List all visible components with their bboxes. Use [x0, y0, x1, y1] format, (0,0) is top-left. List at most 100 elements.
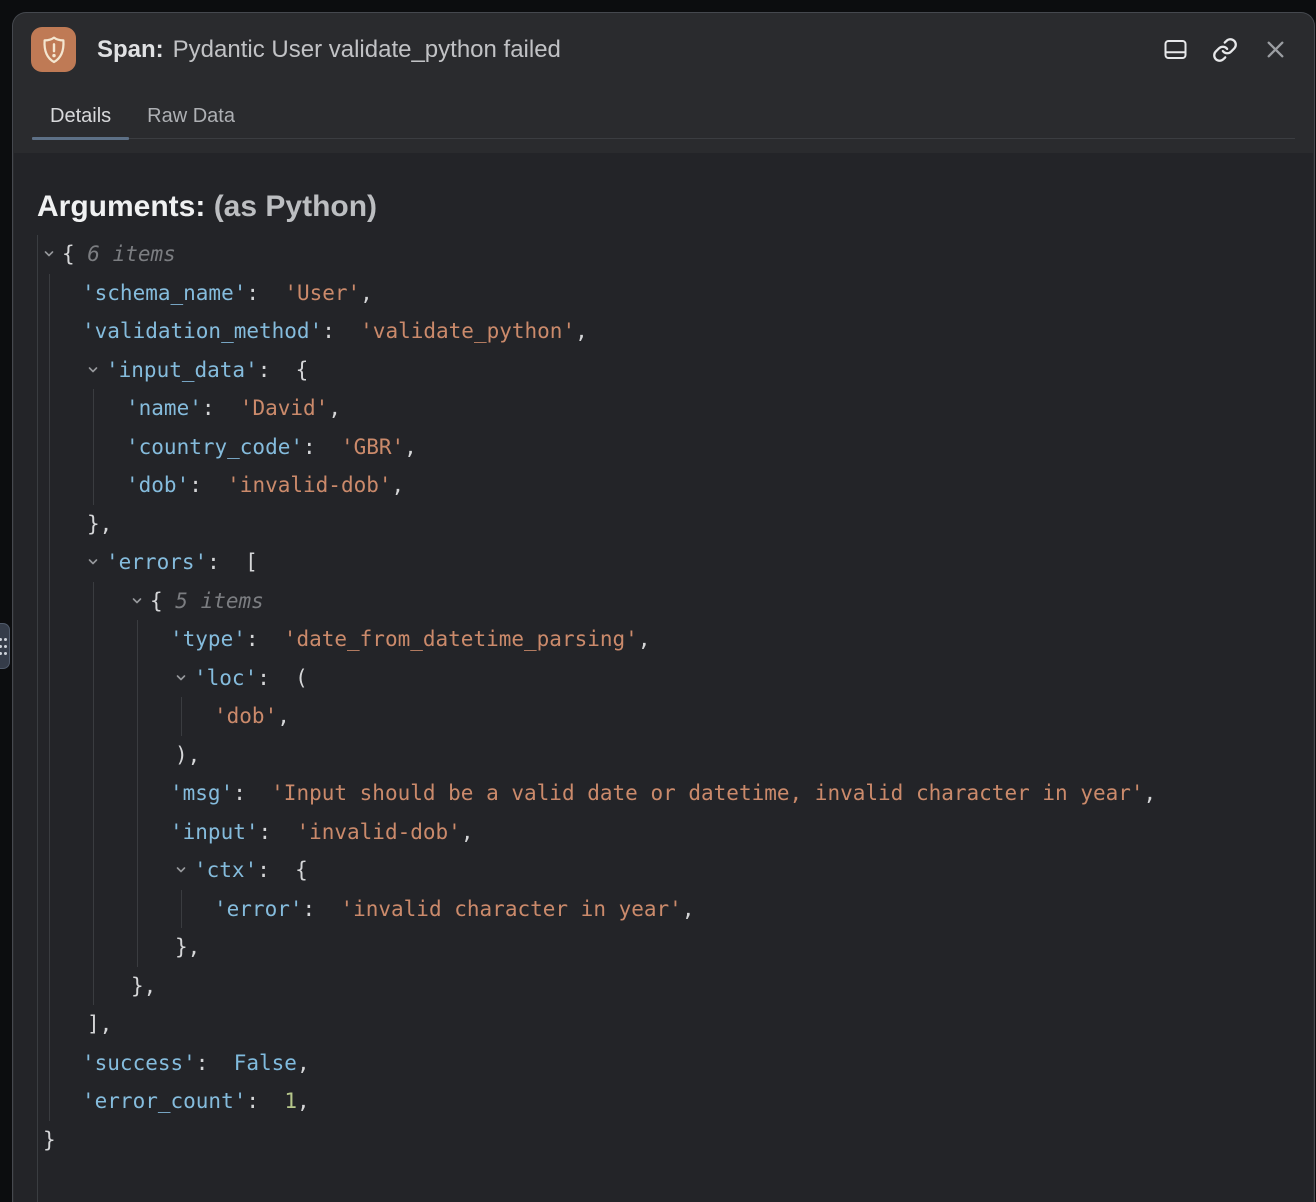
- indent-guide: [93, 890, 94, 929]
- code-string: 'invalid character in year': [340, 897, 681, 921]
- panel-title-text: Pydantic User validate_python failed: [173, 36, 561, 63]
- indent-guide: [49, 351, 50, 390]
- code-punctuation: {: [150, 589, 175, 613]
- code-text: 'error': 'invalid character in year',: [214, 897, 694, 921]
- indent-guide: [49, 736, 50, 775]
- arguments-heading-subtitle: (as Python): [214, 190, 377, 223]
- code-line: ],: [38, 1005, 1313, 1044]
- code-line: 'name': 'David',: [38, 389, 1313, 428]
- indent-guide: [49, 1044, 50, 1083]
- indent-guide: [137, 736, 138, 775]
- collapse-toggle[interactable]: [174, 671, 188, 685]
- code-punctuation: },: [87, 512, 112, 536]
- details-content: Arguments: (as Python) { 6 items'schema_…: [14, 153, 1313, 1202]
- indent-guide: [49, 1082, 50, 1121]
- code-punctuation: :: [196, 1051, 234, 1075]
- code-punctuation: },: [131, 974, 156, 998]
- code-line: 'errors': [: [38, 543, 1313, 582]
- collapse-toggle[interactable]: [130, 594, 144, 608]
- code-string: 'dob': [214, 704, 277, 728]
- collapse-toggle[interactable]: [86, 363, 100, 377]
- code-line: 'input_data': {: [38, 351, 1313, 390]
- code-punctuation: : {: [258, 358, 309, 382]
- code-text: 'country_code': 'GBR',: [126, 435, 417, 459]
- code-punctuation: ],: [87, 1012, 112, 1036]
- link-icon: [1212, 37, 1238, 63]
- header-actions: [1160, 35, 1290, 65]
- code-text: 'input': 'invalid-dob',: [170, 820, 473, 844]
- code-punctuation: :: [189, 473, 227, 497]
- code-punctuation: ,: [461, 820, 474, 844]
- code-line: 'ctx': {: [38, 851, 1313, 890]
- code-punctuation: ,: [360, 281, 373, 305]
- indent-guide: [181, 890, 182, 929]
- panel-header: Span:Pydantic User validate_python faile…: [13, 13, 1314, 85]
- code-line: },: [38, 928, 1313, 967]
- code-string: 'Input should be a valid date or datetim…: [271, 781, 1143, 805]
- code-text: 'input_data': {: [106, 358, 308, 382]
- code-line: 'error': 'invalid character in year',: [38, 890, 1313, 929]
- arguments-heading-title: Arguments:: [37, 190, 205, 223]
- tab-details[interactable]: Details: [32, 94, 129, 138]
- code-text: 'ctx': {: [194, 858, 308, 882]
- code-items-count: 6 items: [87, 242, 176, 266]
- indent-guide: [137, 813, 138, 852]
- arguments-python-tree: { 6 items'schema_name': 'User','validati…: [37, 235, 1313, 1202]
- code-line: 'success': False,: [38, 1044, 1313, 1083]
- indent-guide: [93, 620, 94, 659]
- code-key: 'error': [214, 897, 303, 921]
- collapse-toggle[interactable]: [86, 555, 100, 569]
- dock-panel-button[interactable]: [1160, 35, 1190, 65]
- indent-guide: [137, 890, 138, 929]
- code-key: 'loc': [194, 666, 257, 690]
- code-text: 'dob',: [214, 704, 290, 728]
- code-key: 'input': [170, 820, 259, 844]
- code-text: 'validation_method': 'validate_python',: [82, 319, 588, 343]
- code-number: 1: [284, 1089, 297, 1113]
- code-text: 'dob': 'invalid-dob',: [126, 473, 404, 497]
- code-key: 'errors': [106, 550, 207, 574]
- code-punctuation: ,: [404, 435, 417, 459]
- code-text: },: [131, 974, 156, 998]
- code-punctuation: {: [62, 242, 87, 266]
- indent-guide: [49, 620, 50, 659]
- code-line: 'input': 'invalid-dob',: [38, 813, 1313, 852]
- code-punctuation: :: [233, 781, 271, 805]
- code-punctuation: }: [43, 1128, 56, 1152]
- collapse-toggle[interactable]: [42, 247, 56, 261]
- indent-guide: [137, 620, 138, 659]
- code-text: 'name': 'David',: [126, 396, 341, 420]
- copy-link-button[interactable]: [1210, 35, 1240, 65]
- code-text: 'msg': 'Input should be a valid date or …: [170, 781, 1156, 805]
- indent-guide: [181, 697, 182, 736]
- code-line: }: [38, 1121, 1313, 1160]
- close-button[interactable]: [1260, 35, 1290, 65]
- panel-resize-handle[interactable]: [0, 623, 10, 669]
- code-string: 'invalid-dob': [296, 820, 460, 844]
- code-text: },: [175, 935, 200, 959]
- code-punctuation: :: [322, 319, 360, 343]
- code-line: ),: [38, 736, 1313, 775]
- collapse-toggle[interactable]: [174, 863, 188, 877]
- code-punctuation: :: [246, 627, 284, 651]
- shield-alert-icon: [31, 27, 76, 72]
- code-punctuation: : (: [257, 666, 308, 690]
- code-text: { 5 items: [150, 589, 264, 613]
- tab-raw-data[interactable]: Raw Data: [129, 94, 253, 138]
- code-string: 'invalid-dob': [227, 473, 391, 497]
- code-text: 'errors': [: [106, 550, 258, 574]
- code-key: 'name': [126, 396, 202, 420]
- code-key: 'type': [170, 627, 246, 651]
- indent-guide: [93, 851, 94, 890]
- code-text: 'error_count': 1,: [82, 1089, 310, 1113]
- code-punctuation: :: [246, 1089, 284, 1113]
- code-punctuation: ,: [328, 396, 341, 420]
- indent-guide: [49, 389, 50, 428]
- indent-guide: [49, 1005, 50, 1044]
- arguments-heading: Arguments: (as Python): [37, 189, 1313, 225]
- code-text: 'success': False,: [82, 1051, 310, 1075]
- grip-dots-icon: [0, 638, 7, 655]
- code-punctuation: : [: [207, 550, 258, 574]
- code-line: { 6 items: [38, 235, 1313, 274]
- code-line: 'msg': 'Input should be a valid date or …: [38, 774, 1313, 813]
